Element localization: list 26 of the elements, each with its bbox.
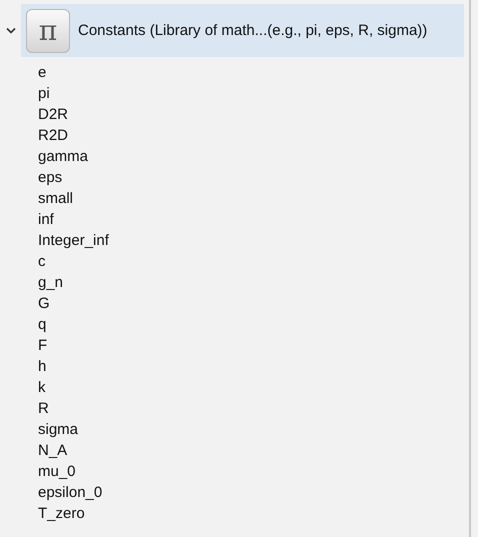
tree-node[interactable]: π Constants (Library of math...(e.g., pi, eps, R, sigma))	[21, 4, 464, 57]
tree-item[interactable]: G	[38, 293, 50, 314]
tree-item[interactable]: R	[38, 398, 49, 419]
tree-item[interactable]: D2R	[38, 104, 68, 125]
tree-item[interactable]: eps	[38, 167, 62, 188]
tree-item[interactable]: k	[38, 377, 46, 398]
tree-item[interactable]: F	[38, 335, 48, 356]
tree-item[interactable]: g_n	[38, 272, 64, 293]
tree-item[interactable]: small	[38, 188, 74, 209]
chevron-icon[interactable]	[6, 27, 16, 34]
tree-item[interactable]: N_A	[38, 440, 68, 461]
tree-item[interactable]: epsilon_0	[38, 482, 102, 503]
tree-item[interactable]: Integer_inf	[38, 230, 109, 251]
tree-item[interactable]: c	[38, 251, 46, 272]
pi-icon: π	[26, 8, 70, 52]
tree-item[interactable]: h	[38, 356, 46, 377]
tree-item[interactable]: T_zero	[38, 503, 85, 524]
tree-item[interactable]: inf	[38, 209, 54, 230]
tree-item[interactable]: sigma	[38, 419, 78, 440]
tree-item[interactable]: pi	[38, 83, 50, 104]
tree-item[interactable]: q	[38, 314, 46, 335]
node-label: Constants (Library of math...(e.g., pi, eps, R, sigma))	[78, 22, 428, 39]
tree-item[interactable]: e	[38, 62, 46, 83]
tree-item[interactable]: gamma	[38, 146, 88, 167]
tree-item[interactable]: R2D	[38, 125, 68, 146]
tree-item[interactable]: mu_0	[38, 461, 76, 482]
